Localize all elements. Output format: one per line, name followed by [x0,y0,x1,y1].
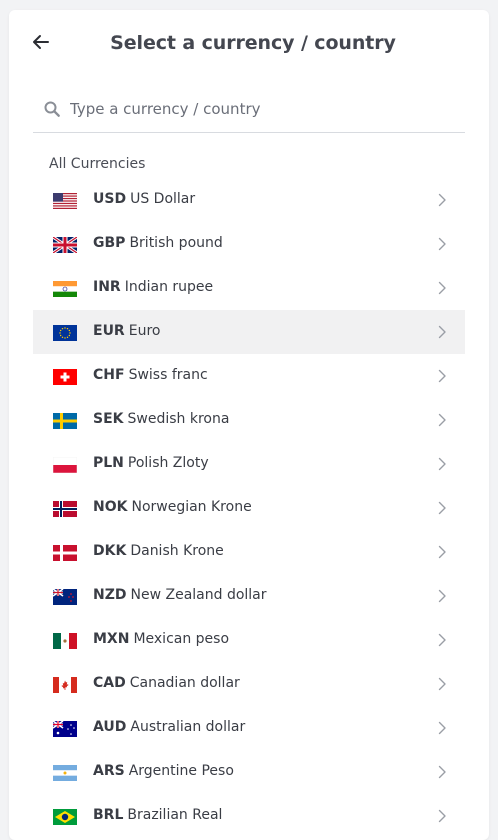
currency-name: Swedish krona [127,411,230,427]
currency-row-eur[interactable]: EUR Euro [33,310,465,354]
currency-label: BRL Brazilian Real [93,807,222,823]
mx-flag-icon [53,633,77,649]
currency-code: CAD [93,675,126,691]
currency-row-mxn[interactable]: MXN Mexican peso [33,618,465,662]
no-flag-icon [53,501,77,517]
currency-label: NZD New Zealand dollar [93,587,267,603]
ch-flag-icon [53,369,77,385]
currency-code: NZD [93,587,127,603]
currency-label: PLN Polish Zloty [93,455,209,471]
currency-row-nzd[interactable]: NZD New Zealand dollar [33,574,465,618]
chevron-right-icon [438,633,446,647]
eu-flag-icon [53,325,77,341]
currency-label: SEK Swedish krona [93,411,229,427]
chevron-right-icon [438,809,446,823]
currency-name: Indian rupee [124,279,214,295]
currency-code: EUR [93,323,125,339]
currency-name: Argentine Peso [128,763,234,779]
gb-flag-icon [53,237,77,253]
currency-code: INR [93,279,121,295]
dk-flag-icon [53,545,77,561]
currency-label: USD US Dollar [93,191,195,207]
currency-row-chf[interactable]: CHF Swiss franc [33,354,465,398]
chevron-right-icon [438,721,446,735]
currency-label: CAD Canadian dollar [93,675,240,691]
chevron-right-icon [438,281,446,295]
currency-code: PLN [93,455,124,471]
currency-label: EUR Euro [93,323,160,339]
currency-name: British pound [129,235,223,251]
currency-row-brl[interactable]: BRL Brazilian Real [33,794,465,838]
currency-name: Danish Krone [130,543,224,559]
chevron-right-icon [438,677,446,691]
chevron-right-icon [438,369,446,383]
currency-name: Canadian dollar [129,675,240,691]
currency-code: NOK [93,499,128,515]
currency-label: DKK Danish Krone [93,543,224,559]
currency-row-sek[interactable]: SEK Swedish krona [33,398,465,442]
chevron-right-icon [438,193,446,207]
currency-label: NOK Norwegian Krone [93,499,252,515]
currency-name: Mexican peso [133,631,230,647]
currency-row-gbp[interactable]: GBP British pound [33,222,465,266]
currency-code: USD [93,191,127,207]
currency-label: CHF Swiss franc [93,367,208,383]
se-flag-icon [53,413,77,429]
currency-code: BRL [93,807,124,823]
currency-row-pln[interactable]: PLN Polish Zloty [33,442,465,486]
currency-code: DKK [93,543,127,559]
ar-flag-icon [53,765,77,781]
currency-row-cad[interactable]: CAD Canadian dollar [33,662,465,706]
currency-name: Euro [128,323,161,339]
chevron-right-icon [438,413,446,427]
currency-name: Norwegian Krone [131,499,252,515]
au-flag-icon [53,721,77,737]
currency-code: MXN [93,631,130,647]
currency-code: CHF [93,367,125,383]
currency-label: AUD Australian dollar [93,719,245,735]
chevron-right-icon [438,457,446,471]
currency-name: New Zealand dollar [130,587,267,603]
currency-label: MXN Mexican peso [93,631,229,647]
nz-flag-icon [53,589,77,605]
currency-name: Swiss franc [128,367,208,383]
currency-code: GBP [93,235,126,251]
chevron-right-icon [438,237,446,251]
currency-row-dkk[interactable]: DKK Danish Krone [33,530,465,574]
section-label: All Currencies [49,156,146,172]
currency-name: Brazilian Real [127,807,223,823]
currency-name: Australian dollar [130,719,246,735]
currency-name: Polish Zloty [127,455,209,471]
header: Select a currency / country [9,10,489,82]
chevron-right-icon [438,765,446,779]
currency-picker-panel: Select a currency / country All Currenci… [9,10,489,840]
chevron-right-icon [438,589,446,603]
search-icon [44,101,60,117]
currency-row-ars[interactable]: ARS Argentine Peso [33,750,465,794]
currency-code: SEK [93,411,124,427]
currency-label: ARS Argentine Peso [93,763,234,779]
currency-name: US Dollar [130,191,196,207]
currency-row-nok[interactable]: NOK Norwegian Krone [33,486,465,530]
currency-row-inr[interactable]: INR Indian rupee [33,266,465,310]
search-box [33,90,465,133]
chevron-right-icon [438,501,446,515]
chevron-right-icon [438,545,446,559]
currency-row-usd[interactable]: USD US Dollar [33,178,465,222]
us-flag-icon [53,193,77,209]
currency-row-aud[interactable]: AUD Australian dollar [33,706,465,750]
page-title: Select a currency / country [110,32,396,54]
br-flag-icon [53,809,77,825]
pl-flag-icon [53,457,77,473]
currency-code: AUD [93,719,127,735]
currency-code: ARS [93,763,125,779]
currency-label: INR Indian rupee [93,279,213,295]
search-input[interactable] [70,96,450,122]
in-flag-icon [53,281,77,297]
ca-flag-icon [53,677,77,693]
currency-label: GBP British pound [93,235,223,251]
chevron-right-icon [438,325,446,339]
currency-list: USD US Dollar GBP British pound INR Indian ru… [33,178,465,838]
